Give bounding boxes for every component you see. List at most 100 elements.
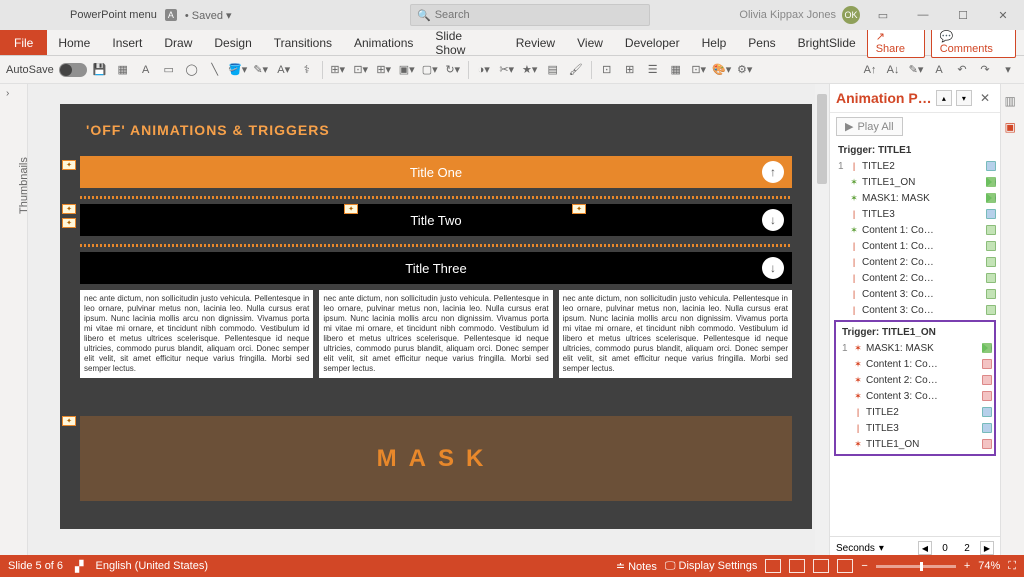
new-slide-icon[interactable]: ▦ <box>113 60 133 80</box>
language-status[interactable]: English (United States) <box>96 560 209 572</box>
zoom-slider[interactable] <box>876 565 956 568</box>
timing-chip[interactable] <box>982 391 992 401</box>
tool-icon[interactable]: ☰ <box>643 60 663 80</box>
sorter-view-icon[interactable] <box>789 559 805 573</box>
user-name[interactable]: Olivia Kippax Jones <box>739 9 836 21</box>
slide-canvas[interactable]: 'OFF' ANIMATIONS & TRIGGERS ✦ Title One … <box>28 84 829 559</box>
mask-shape[interactable]: MASK <box>80 416 792 501</box>
zoom-slider-thumb[interactable] <box>920 562 923 571</box>
format-painter-icon[interactable]: 🖌 <box>566 60 586 80</box>
animate-icon[interactable]: ★▾ <box>520 60 540 80</box>
timing-chip[interactable] <box>982 423 992 433</box>
tab-design[interactable]: Design <box>203 30 262 55</box>
maximize-icon[interactable]: ☐ <box>946 1 980 29</box>
selection-pane-icon[interactable]: ▤ <box>543 60 563 80</box>
animation-row[interactable]: ✶MASK1: MASK <box>832 190 998 206</box>
bring-front-icon[interactable]: ▣▾ <box>397 60 417 80</box>
merge-icon[interactable]: ◑▾ <box>474 60 494 80</box>
play-all-button[interactable]: ▶ Play All <box>836 117 903 136</box>
close-pane-icon[interactable]: ✕ <box>976 91 994 105</box>
tab-help[interactable]: Help <box>691 30 738 55</box>
gear-icon[interactable]: ⚙▾ <box>735 60 755 80</box>
rotate-icon[interactable]: ↻▾ <box>443 60 463 80</box>
align-icon[interactable]: ⊞▾ <box>328 60 348 80</box>
content-col-3[interactable]: nec ante dictum, non sollicitudin justo … <box>559 290 792 378</box>
timing-chip[interactable] <box>986 177 996 187</box>
timing-chip[interactable] <box>986 161 996 171</box>
animation-row[interactable]: |Content 2: Co… <box>832 270 998 286</box>
move-up-button[interactable]: ▴ <box>936 90 952 106</box>
timing-chip[interactable] <box>986 225 996 235</box>
content-col-1[interactable]: nec ante dictum, non sollicitudin justo … <box>80 290 313 378</box>
tab-animations[interactable]: Animations <box>343 30 424 55</box>
format-pane-icon[interactable]: ▥ <box>1005 94 1021 110</box>
slide-counter[interactable]: Slide 5 of 6 <box>8 560 63 572</box>
eyedrop-icon[interactable]: ⚕ <box>297 60 317 80</box>
chevron-down-icon[interactable]: ▾ <box>998 60 1018 80</box>
animation-row[interactable]: ✶Content 1: Co… <box>836 356 994 372</box>
normal-view-icon[interactable] <box>765 559 781 573</box>
move-down-button[interactable]: ▾ <box>956 90 972 106</box>
tab-transitions[interactable]: Transitions <box>263 30 343 55</box>
line-icon[interactable]: ╲ <box>205 60 225 80</box>
tab-home[interactable]: Home <box>47 30 101 55</box>
tool-icon[interactable]: ⊡▾ <box>689 60 709 80</box>
reading-view-icon[interactable] <box>813 559 829 573</box>
tool-icon[interactable]: ⊡ <box>597 60 617 80</box>
tab-slideshow[interactable]: Slide Show <box>424 30 504 55</box>
font-decrease-icon[interactable]: A↓ <box>883 60 903 80</box>
animation-row[interactable]: ✶TITLE1_ON <box>832 174 998 190</box>
crop-icon[interactable]: ✂▾ <box>497 60 517 80</box>
clear-format-icon[interactable]: A <box>929 60 949 80</box>
slideshow-view-icon[interactable] <box>837 559 853 573</box>
minimize-icon[interactable]: — <box>906 1 940 29</box>
ribbon-display-options-icon[interactable]: ▭ <box>866 1 900 29</box>
title-two-bar[interactable]: Title Two ↓ <box>80 204 792 236</box>
accessibility-status-icon[interactable]: ▞ <box>75 560 83 573</box>
tab-pens[interactable]: Pens <box>737 30 786 55</box>
tool-icon[interactable]: ⊞ <box>620 60 640 80</box>
title-one-bar[interactable]: Title One ↑ <box>80 156 792 188</box>
timing-chip[interactable] <box>986 257 996 267</box>
fit-to-window-icon[interactable]: ⛶ <box>1008 560 1016 573</box>
zoom-level[interactable]: 74% <box>978 560 1000 572</box>
search-box[interactable]: 🔍 <box>410 4 650 26</box>
rectangle-icon[interactable]: ▭ <box>159 60 179 80</box>
timing-chip[interactable] <box>986 193 996 203</box>
display-settings-button[interactable]: 🖵 Display Settings <box>665 560 758 573</box>
animation-tag[interactable]: ✦ <box>62 218 76 228</box>
search-input[interactable] <box>435 9 643 21</box>
tab-brightslide[interactable]: BrightSlide <box>787 30 867 55</box>
tool-icon[interactable]: ▦ <box>666 60 686 80</box>
expand-icon[interactable]: › <box>6 88 9 99</box>
outline-icon[interactable]: ✎▾ <box>251 60 271 80</box>
tab-insert[interactable]: Insert <box>101 30 153 55</box>
comments-button[interactable]: 💬 Comments <box>931 27 1016 58</box>
avatar[interactable]: OK <box>842 6 860 24</box>
arrow-down-icon[interactable]: ↓ <box>762 257 784 279</box>
timing-chip[interactable] <box>982 407 992 417</box>
animation-row[interactable]: ✶TITLE1_ON <box>836 436 994 452</box>
animation-row[interactable]: |Content 3: Co… <box>832 302 998 318</box>
tab-file[interactable]: File <box>0 30 47 55</box>
vertical-scrollbar[interactable] <box>815 84 829 559</box>
animation-row[interactable]: ✶Content 2: Co… <box>836 372 994 388</box>
arrow-up-icon[interactable]: ↑ <box>762 161 784 183</box>
close-icon[interactable]: ✕ <box>986 1 1020 29</box>
animation-tag[interactable]: ✦ <box>62 416 76 426</box>
oval-icon[interactable]: ◯ <box>182 60 202 80</box>
animation-row[interactable]: |Content 2: Co… <box>832 254 998 270</box>
tab-developer[interactable]: Developer <box>614 30 691 55</box>
zoom-out-button[interactable]: − <box>861 560 867 572</box>
autosave-toggle[interactable] <box>59 63 87 77</box>
timing-chip[interactable] <box>986 209 996 219</box>
tool-icon[interactable]: 🎨▾ <box>712 60 732 80</box>
animation-row[interactable]: |TITLE3 <box>832 206 998 222</box>
title-three-bar[interactable]: Title Three ↓ <box>80 252 792 284</box>
animation-row[interactable]: |TITLE2 <box>836 404 994 420</box>
tab-draw[interactable]: Draw <box>153 30 203 55</box>
arrange-icon[interactable]: ⊡▾ <box>351 60 371 80</box>
animation-list[interactable]: Trigger: TITLE1 1|TITLE2✶TITLE1_ON✶MASK1… <box>830 140 1000 536</box>
animation-row[interactable]: ✶Content 3: Co… <box>836 388 994 404</box>
arrow-down-icon[interactable]: ↓ <box>762 209 784 231</box>
